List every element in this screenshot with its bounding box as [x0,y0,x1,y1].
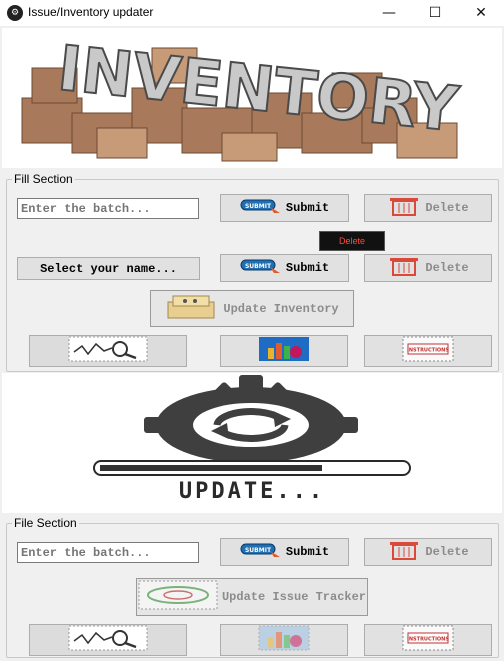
file-batch-delete-label: Delete [425,545,469,559]
search-chart-icon [68,336,148,366]
name-delete-button[interactable]: Delete [364,254,492,282]
file-batch-submit-label: Submit [285,545,330,559]
file-batch-submit-button[interactable]: SUBMIT Submit [220,538,349,566]
close-button[interactable]: ✕ [458,0,504,26]
update-inventory-button[interactable]: Update Inventory [150,290,354,327]
update-issue-tracker-label: Update Issue Tracker [221,590,367,604]
file-batch-delete-button[interactable]: Delete [364,538,492,566]
submit-hand-icon: SUBMIT [240,198,282,218]
fill-section-label: Fill Section [12,172,75,186]
name-submit-label: Submit [285,261,330,275]
submit-hand-icon: SUBMIT [240,542,282,562]
small-delete-button[interactable]: Delete [319,231,385,251]
file-batch-input[interactable] [17,542,199,563]
app-icon: ⚙ [7,5,23,21]
inventory-banner: INVENTORY [2,28,502,168]
file-search-chart-button[interactable] [29,624,187,656]
submit-hand-icon: SUBMIT [240,258,282,278]
batch-input[interactable] [17,198,199,219]
update-issue-tracker-button[interactable]: Update Issue Tracker [136,578,368,616]
svg-text:SUBMIT: SUBMIT [245,547,272,554]
search-chart-button[interactable] [29,335,187,367]
svg-text:SUBMIT: SUBMIT [245,263,272,270]
svg-text:SUBMIT: SUBMIT [245,203,272,210]
instructions-button[interactable]: INSTRUCTIONS [364,335,492,367]
batch-submit-button[interactable]: SUBMIT Submit [220,194,349,222]
trash-icon [387,196,421,220]
batch-submit-label: Submit [285,201,330,215]
search-chart-icon [68,625,148,655]
batch-delete-button[interactable]: Delete [364,194,492,222]
minimize-button[interactable]: — [366,0,412,26]
update-inventory-label: Update Inventory [223,301,339,316]
window-title: Issue/Inventory updater [28,5,154,19]
svg-text:INSTRUCTIONS: INSTRUCTIONS [407,637,449,643]
trash-icon [387,540,421,564]
svg-text:INSTRUCTIONS: INSTRUCTIONS [407,348,449,354]
instructions-icon: INSTRUCTIONS [402,336,454,366]
file-bar-chart-button[interactable] [220,624,348,656]
issue-tracker-icon [138,580,218,614]
trash-icon [387,256,421,280]
instructions-icon: INSTRUCTIONS [402,625,454,655]
name-submit-button[interactable]: SUBMIT Submit [220,254,349,282]
name-select-label: Select your name... [40,261,177,276]
maximize-button[interactable]: ☐ [412,0,458,26]
update-graphic: UPDATE... [2,373,502,513]
name-select-button[interactable]: Select your name... [17,257,200,280]
inventory-boxes-icon [165,292,219,326]
file-instructions-button[interactable]: INSTRUCTIONS [364,624,492,656]
update-progress-fill [100,465,322,471]
update-text: UPDATE... [179,479,325,504]
name-delete-label: Delete [425,261,469,275]
bar-chart-icon [258,625,310,655]
bar-chart-button[interactable] [220,335,348,367]
bar-chart-icon [258,336,310,366]
batch-delete-label: Delete [425,201,469,215]
file-section-label: File Section [12,516,79,530]
